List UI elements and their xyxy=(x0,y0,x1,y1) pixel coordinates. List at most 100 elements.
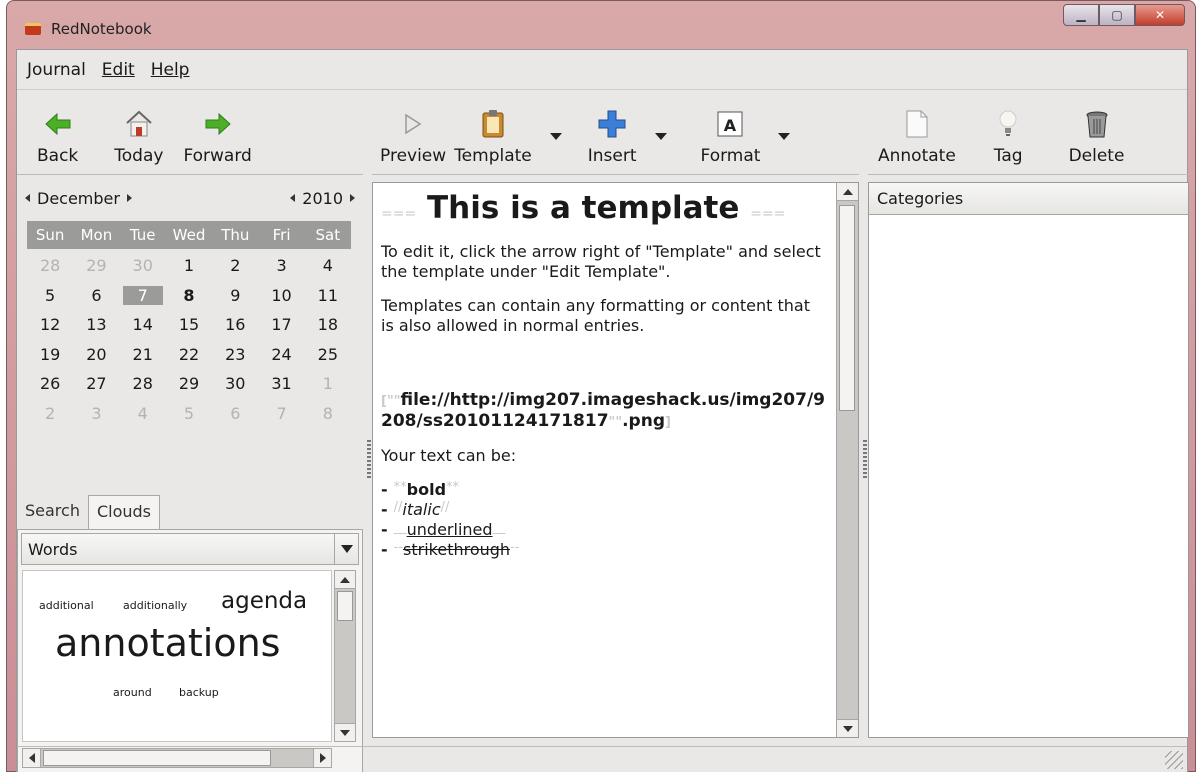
client-area: Journal Edit Help Back Today Forward Dec… xyxy=(16,49,1189,772)
categories-header[interactable]: Categories xyxy=(869,183,1188,215)
calendar-day[interactable]: 16 xyxy=(212,315,258,334)
format-example-text: underlined xyxy=(406,520,493,540)
scroll-up-icon[interactable] xyxy=(837,183,858,201)
calendar-day[interactable]: 1 xyxy=(305,374,351,393)
calendar-day[interactable]: 27 xyxy=(73,374,119,393)
close-button[interactable]: ✕ xyxy=(1135,4,1185,26)
menu-bar: Journal Edit Help xyxy=(17,50,1187,90)
calendar-day-selected[interactable]: 7 xyxy=(122,285,163,305)
calendar-day[interactable]: 8 xyxy=(166,286,212,305)
tab-search[interactable]: Search xyxy=(17,495,88,529)
calendar-day[interactable]: 22 xyxy=(166,345,212,364)
calendar-day[interactable]: 25 xyxy=(305,345,351,364)
right-pane-splitter[interactable] xyxy=(863,440,867,480)
insert-button[interactable]: Insert xyxy=(588,104,637,166)
scrollbar-thumb[interactable] xyxy=(839,205,855,411)
editor-vertical-scrollbar[interactable] xyxy=(836,183,858,737)
scroll-down-icon[interactable] xyxy=(837,719,858,737)
scroll-up-icon[interactable] xyxy=(335,571,355,589)
forward-button[interactable]: Forward xyxy=(183,104,252,166)
delete-button[interactable]: Delete xyxy=(1069,104,1124,166)
calendar-day[interactable]: 5 xyxy=(166,404,212,423)
calendar-day[interactable]: 19 xyxy=(27,345,73,364)
calendar-day[interactable]: 29 xyxy=(166,374,212,393)
menu-journal[interactable]: Journal xyxy=(27,60,86,80)
cloud-word[interactable]: around xyxy=(113,686,152,699)
calendar-day[interactable]: 2 xyxy=(27,404,73,423)
back-button[interactable]: Back xyxy=(37,104,78,166)
left-pane-splitter[interactable] xyxy=(367,440,371,480)
minimize-button[interactable]: ▁ xyxy=(1063,4,1099,26)
scroll-down-icon[interactable] xyxy=(335,723,355,741)
maximize-button[interactable]: ▢ xyxy=(1099,4,1135,26)
cloud-word[interactable]: backup xyxy=(179,686,219,699)
cloud-vertical-scrollbar[interactable] xyxy=(334,570,356,742)
next-year-icon[interactable] xyxy=(350,194,355,202)
weekday-label: Thu xyxy=(221,226,250,244)
calendar-day[interactable]: 12 xyxy=(27,315,73,334)
next-month-icon[interactable] xyxy=(126,194,132,202)
calendar-day[interactable]: 30 xyxy=(120,256,166,275)
cloud-word[interactable]: additionally xyxy=(123,599,187,612)
editor-content[interactable]: === This is a template === To edit it, c… xyxy=(381,189,826,560)
calendar-day[interactable]: 30 xyxy=(212,374,258,393)
calendar-day[interactable]: 3 xyxy=(73,404,119,423)
calendar-day[interactable]: 24 xyxy=(258,345,304,364)
tag-button[interactable]: Tag xyxy=(994,104,1023,166)
calendar-day[interactable]: 28 xyxy=(27,256,73,275)
menu-help[interactable]: Help xyxy=(151,60,190,80)
calendar-day[interactable]: 14 xyxy=(120,315,166,334)
calendar-day[interactable]: 13 xyxy=(73,315,119,334)
calendar-day[interactable]: 26 xyxy=(27,374,73,393)
calendar-day[interactable]: 7 xyxy=(258,404,304,423)
today-button[interactable]: Today xyxy=(114,104,163,166)
annotate-button[interactable]: Annotate xyxy=(878,104,956,166)
entry-editor[interactable]: === This is a template === To edit it, c… xyxy=(372,182,859,738)
calendar-day[interactable]: 4 xyxy=(120,404,166,423)
cloud-word[interactable]: additional xyxy=(39,599,94,612)
calendar-day[interactable]: 18 xyxy=(305,315,351,334)
calendar-day[interactable]: 8 xyxy=(305,404,351,423)
insert-dropdown-arrow-icon[interactable] xyxy=(654,133,667,140)
calendar-day[interactable]: 5 xyxy=(27,286,73,305)
template-button[interactable]: Template xyxy=(454,104,532,166)
menu-edit[interactable]: Edit xyxy=(102,60,135,80)
format-dropdown-arrow-icon[interactable] xyxy=(778,133,791,140)
preview-button[interactable]: Preview xyxy=(380,104,446,166)
calendar-day[interactable]: 4 xyxy=(305,256,351,275)
cloud-word[interactable]: agenda xyxy=(221,588,307,614)
calendar-month: December xyxy=(37,188,120,208)
calendar-day[interactable]: 6 xyxy=(212,404,258,423)
calendar-day[interactable]: 21 xyxy=(120,345,166,364)
calendar-header: December 2010 xyxy=(17,182,363,214)
calendar-day[interactable]: 15 xyxy=(166,315,212,334)
calendar-day[interactable]: 10 xyxy=(258,286,304,305)
heading-markup: === xyxy=(381,206,417,222)
format-button[interactable]: A Format xyxy=(701,104,760,166)
format-example-text: strikethrough xyxy=(403,540,511,560)
resize-grip-icon[interactable] xyxy=(1165,751,1183,769)
calendar-day[interactable]: 23 xyxy=(212,345,258,364)
editor-pane: Preview Template Insert A Format === Thi… xyxy=(372,91,859,746)
previous-year-icon[interactable] xyxy=(290,194,296,202)
calendar-day[interactable]: 2 xyxy=(212,256,258,275)
scrollbar-thumb[interactable] xyxy=(337,591,353,621)
calendar-day[interactable]: 11 xyxy=(305,286,351,305)
categories-tree[interactable]: Categories xyxy=(868,182,1189,738)
dropdown-arrow-icon[interactable] xyxy=(334,534,358,564)
template-dropdown-arrow-icon[interactable] xyxy=(549,133,562,140)
calendar-day[interactable]: 6 xyxy=(73,286,119,305)
calendar-day[interactable]: 1 xyxy=(166,256,212,275)
calendar-day[interactable]: 20 xyxy=(73,345,119,364)
calendar-day[interactable]: 17 xyxy=(258,315,304,334)
list-item: - __ underlined __ xyxy=(381,520,506,540)
calendar-day[interactable]: 3 xyxy=(258,256,304,275)
calendar-day[interactable]: 9 xyxy=(212,286,258,305)
tab-clouds[interactable]: Clouds xyxy=(87,495,161,529)
calendar-day[interactable]: 28 xyxy=(120,374,166,393)
previous-month-icon[interactable] xyxy=(25,194,30,202)
calendar-day[interactable]: 31 xyxy=(258,374,304,393)
cloud-type-select[interactable]: Words xyxy=(21,533,359,565)
cloud-word[interactable]: annotations xyxy=(55,621,280,665)
calendar-day[interactable]: 29 xyxy=(73,256,119,275)
